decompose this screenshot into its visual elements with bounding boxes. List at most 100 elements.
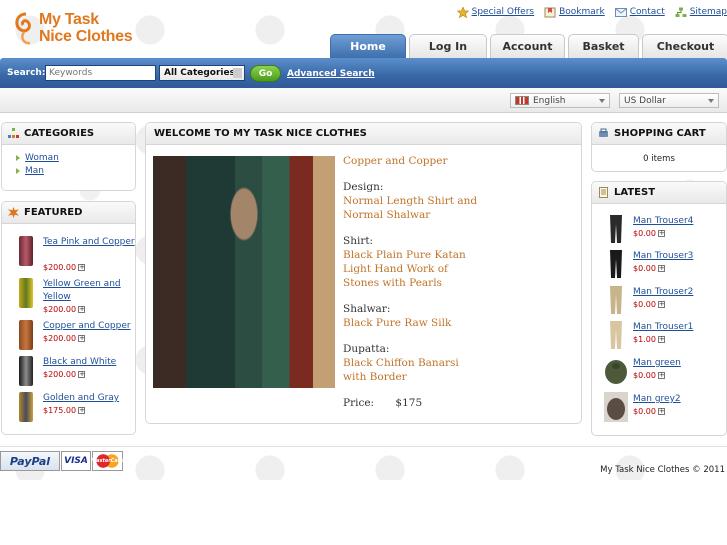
product-thumbnail[interactable] xyxy=(604,356,628,386)
product-thumbnail[interactable] xyxy=(19,356,33,386)
latest-item-price: $0.00 + xyxy=(633,407,665,416)
cart-header: SHOPPING CART xyxy=(592,123,726,145)
tab-account[interactable]: Account xyxy=(490,34,565,58)
bookmark-icon xyxy=(544,7,556,17)
search-input[interactable] xyxy=(45,65,156,81)
sitemap-icon xyxy=(675,7,687,17)
shopping-cart-box: SHOPPING CART 0 items xyxy=(591,122,727,172)
latest-item-name[interactable]: Man Trouser1 xyxy=(633,322,693,332)
featured-item-price: $200.00 + xyxy=(43,334,86,343)
price-value: $0.00 xyxy=(633,371,656,380)
add-to-cart-icon[interactable]: + xyxy=(657,336,665,343)
add-to-cart-icon[interactable]: + xyxy=(78,335,86,342)
tab-basket[interactable]: Basket xyxy=(568,34,639,58)
copyright-text: My Task Nice Clothes © 2011 xyxy=(600,465,725,475)
sitemap-label: Sitemap xyxy=(689,7,727,17)
currency-select[interactable]: US Dollar xyxy=(619,93,719,108)
price-value: $0.00 xyxy=(633,229,656,238)
latest-item-name[interactable]: Man green xyxy=(633,358,681,368)
special-offers-link[interactable]: Special Offers xyxy=(456,5,534,19)
tab-login[interactable]: Log In xyxy=(409,34,487,58)
featured-item-name[interactable]: Black and White xyxy=(43,356,135,369)
add-to-cart-icon[interactable]: + xyxy=(657,301,665,308)
price-value: $175 xyxy=(395,397,423,409)
search-bar: Search: All Categories Go Advanced Searc… xyxy=(0,58,727,88)
latest-item-name[interactable]: Man Trouser4 xyxy=(633,216,693,226)
featured-item-name[interactable]: Copper and Copper xyxy=(43,320,135,333)
featured-item-name[interactable]: Golden and Gray xyxy=(43,392,135,405)
featured-burst-icon xyxy=(8,207,19,218)
latest-item-price: $0.00 + xyxy=(633,264,665,273)
product-thumbnail[interactable] xyxy=(604,249,628,279)
add-to-cart-icon[interactable]: + xyxy=(78,371,86,378)
price-value: $1.00 xyxy=(633,335,656,344)
sitemap-link[interactable]: Sitemap xyxy=(675,5,727,19)
advanced-search-link[interactable]: Advanced Search xyxy=(287,69,375,79)
footer-divider xyxy=(0,446,727,447)
latest-item-price: $0.00 + xyxy=(633,300,665,309)
price-value: $0.00 xyxy=(633,300,656,309)
category-select[interactable]: All Categories xyxy=(159,65,245,81)
product-thumbnail[interactable] xyxy=(604,214,628,244)
featured-item-name[interactable]: Yellow Green and Yellow xyxy=(43,278,135,304)
latest-item-price: $1.00 + xyxy=(633,335,665,344)
add-to-cart-icon[interactable]: + xyxy=(657,408,665,415)
product-thumbnail[interactable] xyxy=(19,392,33,422)
uk-flag-icon xyxy=(515,96,529,105)
product-thumbnail[interactable] xyxy=(604,320,628,350)
latest-title: LATEST xyxy=(614,187,656,198)
bullet-arrow-icon xyxy=(16,154,20,161)
bookmark-label: Bookmark xyxy=(559,7,605,17)
categories-title: CATEGORIES xyxy=(24,128,95,139)
product-thumbnail[interactable] xyxy=(604,285,628,315)
welcome-header: WELCOME TO MY TASK NICE CLOTHES xyxy=(146,123,581,145)
design-line: Normal Shalwar xyxy=(343,209,431,221)
tab-home[interactable]: Home xyxy=(330,34,406,58)
latest-item-name[interactable]: Man grey2 xyxy=(633,394,681,404)
product-thumbnail[interactable] xyxy=(19,320,33,350)
add-to-cart-icon[interactable]: + xyxy=(657,265,665,272)
cart-icon xyxy=(599,128,608,137)
add-to-cart-icon[interactable]: + xyxy=(78,306,86,313)
language-value: English xyxy=(533,95,566,106)
latest-item-name[interactable]: Man Trouser2 xyxy=(633,287,693,297)
price-label: Price: xyxy=(343,397,375,409)
bullet-arrow-icon xyxy=(16,167,20,174)
welcome-title: WELCOME TO MY TASK NICE CLOTHES xyxy=(154,128,367,139)
product-thumbnail[interactable] xyxy=(19,236,33,266)
categories-header: CATEGORIES xyxy=(2,123,135,145)
currency-value: US Dollar xyxy=(624,95,666,106)
product-thumbnail[interactable] xyxy=(19,278,33,308)
featured-item-name[interactable]: Tea Pink and Copper xyxy=(43,236,135,249)
add-to-cart-icon[interactable]: + xyxy=(78,407,86,414)
product-title: Copper and Copper xyxy=(343,155,448,167)
add-to-cart-icon[interactable]: + xyxy=(657,230,665,237)
shirt-line: Light Hand Work of xyxy=(343,263,448,275)
product-thumbnail[interactable] xyxy=(604,392,628,422)
search-go-button[interactable]: Go xyxy=(250,65,281,82)
top-links: Special Offers Bookmark Contact Sitemap xyxy=(456,5,727,19)
contact-link[interactable]: Contact xyxy=(614,5,665,19)
site-logo[interactable]: My Task Nice Clothes xyxy=(12,10,152,52)
latest-header: LATEST xyxy=(592,182,726,204)
shalwar-label: Shalwar: xyxy=(343,303,391,315)
swirl-logo-icon xyxy=(15,12,31,45)
price-value: $200.00 xyxy=(43,370,77,379)
latest-item-name[interactable]: Man Trouser3 xyxy=(633,251,693,261)
featured-item-price: $200.00 + xyxy=(43,263,86,272)
star-icon xyxy=(456,6,469,18)
category-link[interactable]: Man xyxy=(25,166,44,176)
price-value: $175.00 xyxy=(43,406,77,415)
product-photo[interactable] xyxy=(153,156,335,388)
category-link[interactable]: Woman xyxy=(25,153,59,163)
tab-checkout[interactable]: Checkout xyxy=(642,34,727,58)
visa-logo: VISA xyxy=(61,451,91,471)
add-to-cart-icon[interactable]: + xyxy=(78,264,86,271)
price-value: $200.00 xyxy=(43,305,77,314)
add-to-cart-icon[interactable]: + xyxy=(657,372,665,379)
category-item-man[interactable]: Man xyxy=(16,164,135,177)
language-select[interactable]: English xyxy=(510,93,610,108)
bookmark-link[interactable]: Bookmark xyxy=(544,5,605,19)
latest-item-price: $0.00 + xyxy=(633,229,665,238)
category-item-woman[interactable]: Woman xyxy=(16,151,135,164)
